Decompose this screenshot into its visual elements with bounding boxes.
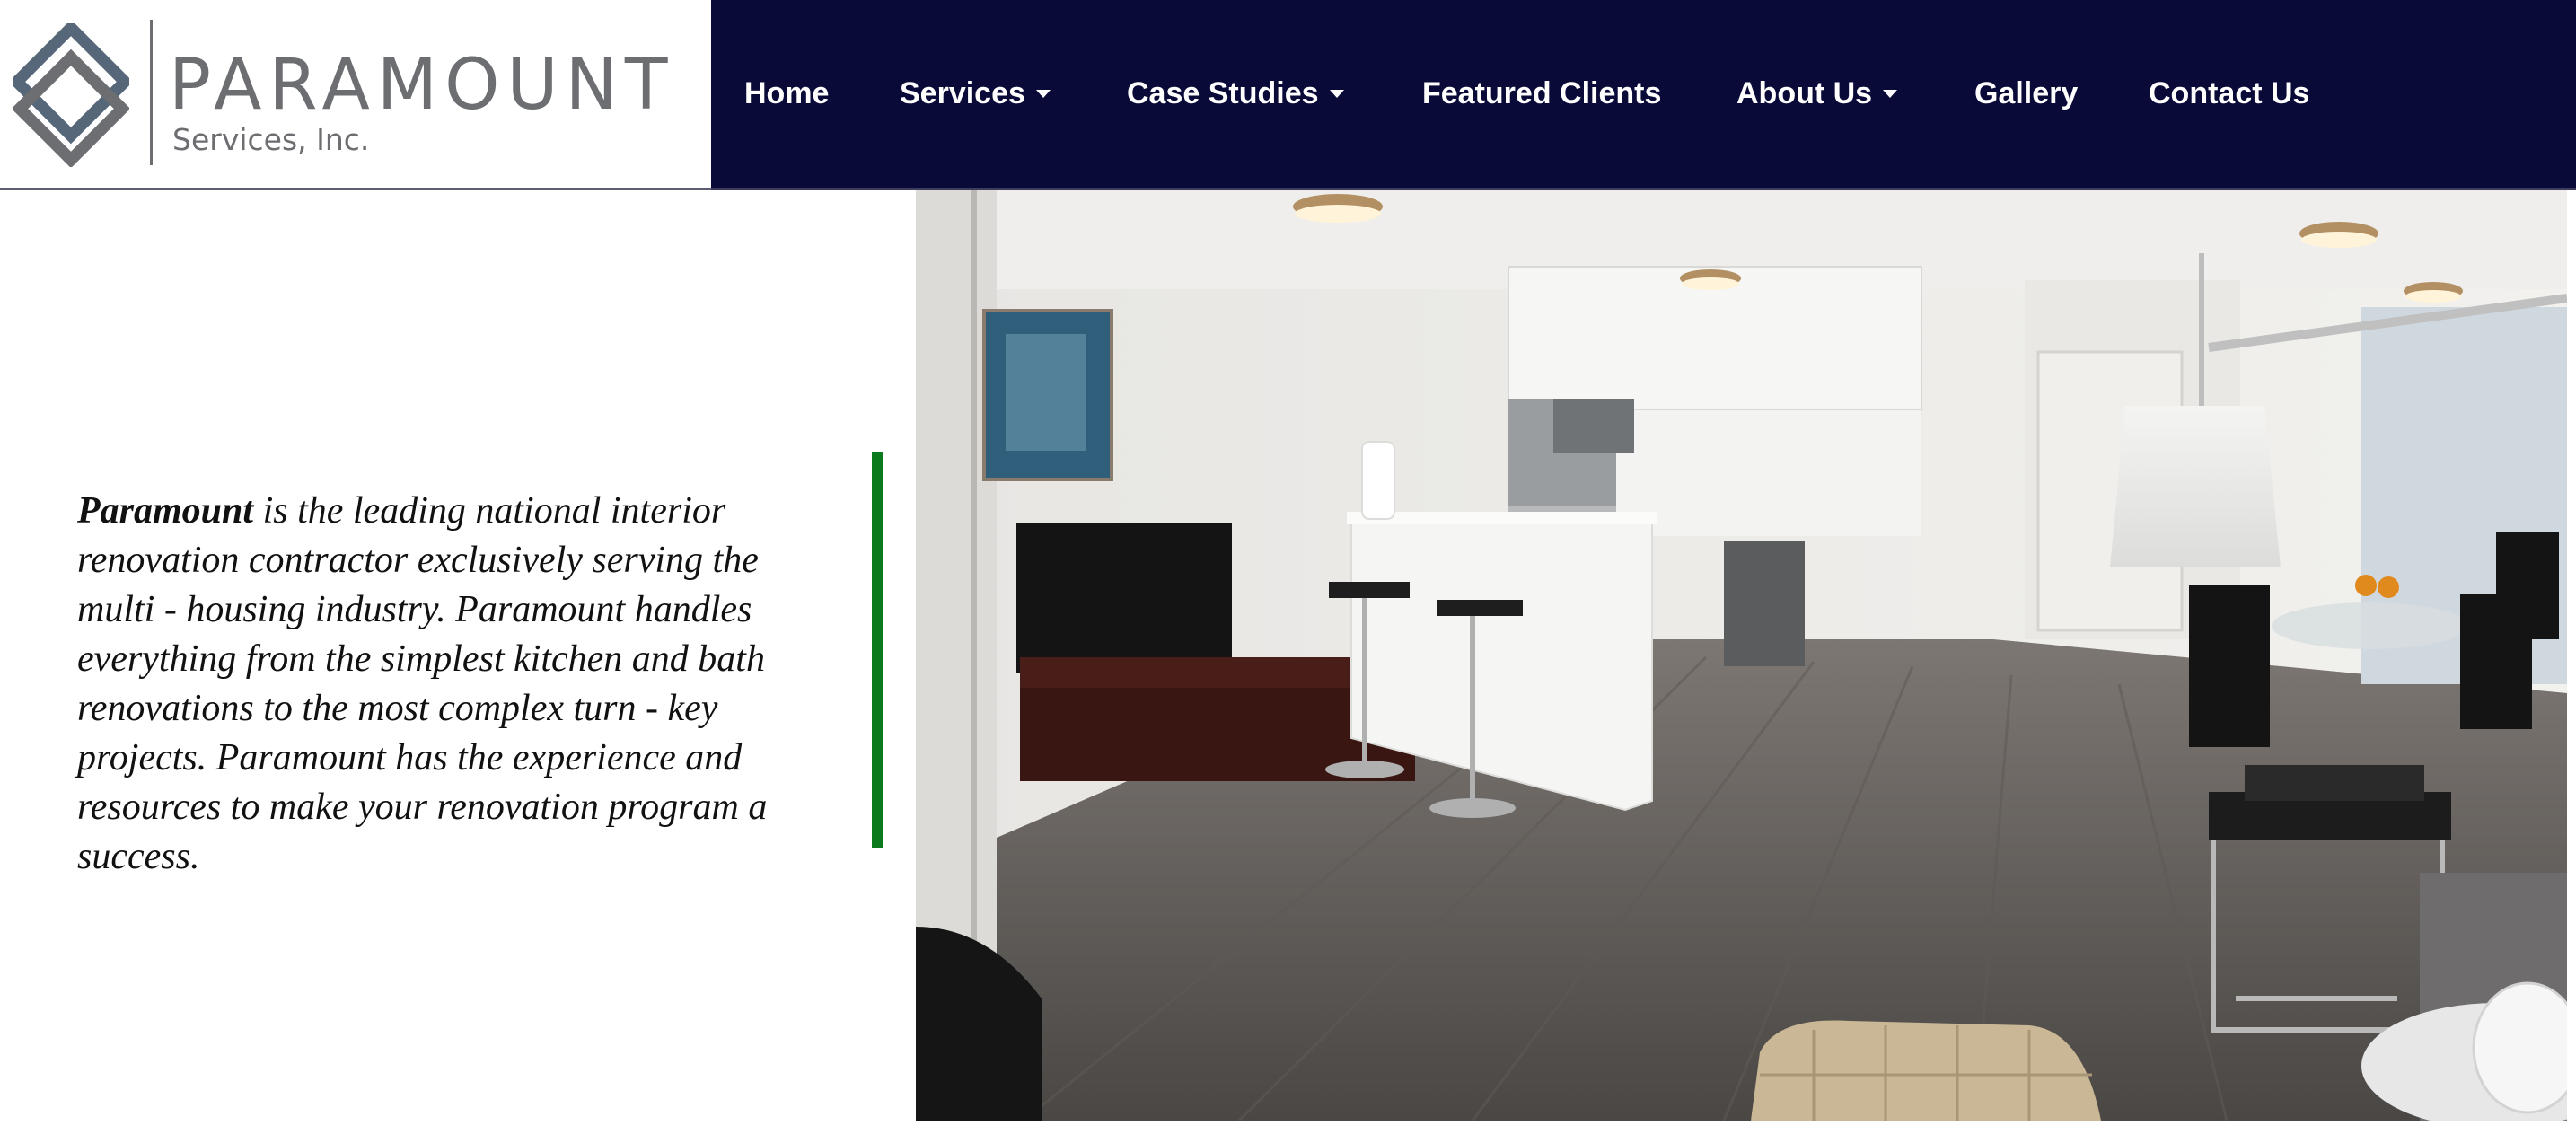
nav-home-label: Home xyxy=(744,76,830,110)
nav-about-us-label: About Us xyxy=(1736,76,1873,110)
main-navbar: Home Services Case Studies Featured Clie… xyxy=(711,0,2576,190)
paramount-logo-icon xyxy=(13,23,129,167)
nav-gallery[interactable]: Gallery xyxy=(1974,78,2078,109)
apartment-interior-photo xyxy=(916,190,2567,1121)
intro-text: is the leading national interior renovat… xyxy=(77,490,768,877)
nav-gallery-label: Gallery xyxy=(1974,76,2079,110)
nav-case-studies[interactable]: Case Studies xyxy=(1127,78,1344,109)
nav-featured-clients[interactable]: Featured Clients xyxy=(1422,78,1661,109)
page: PARAMOUNT Services, Inc. Home Services C… xyxy=(0,0,2576,1143)
logo-divider xyxy=(150,20,153,165)
caret-down-icon xyxy=(1035,89,1051,98)
caret-down-icon xyxy=(1329,89,1344,98)
nav-featured-clients-label: Featured Clients xyxy=(1422,76,1662,110)
nav-services-label: Services xyxy=(900,76,1025,110)
accent-bar xyxy=(872,452,883,848)
nav-about-us[interactable]: About Us xyxy=(1736,76,1898,110)
logo-link[interactable]: PARAMOUNT Services, Inc. xyxy=(0,0,711,190)
logo-subtitle: Services, Inc. xyxy=(172,122,370,157)
nav-contact-us[interactable]: Contact Us xyxy=(2149,78,2309,109)
intro-brand-word: Paramount xyxy=(77,490,254,532)
caret-down-icon xyxy=(1883,89,1898,98)
nav-case-studies-label: Case Studies xyxy=(1127,76,1319,110)
intro-paragraph: Paramount is the leading national interi… xyxy=(77,487,822,882)
nav-home[interactable]: Home xyxy=(744,78,829,109)
logo-wordmark: PARAMOUNT xyxy=(169,45,675,126)
nav-contact-us-label: Contact Us xyxy=(2149,76,2310,110)
nav-services[interactable]: Services xyxy=(900,78,1051,109)
